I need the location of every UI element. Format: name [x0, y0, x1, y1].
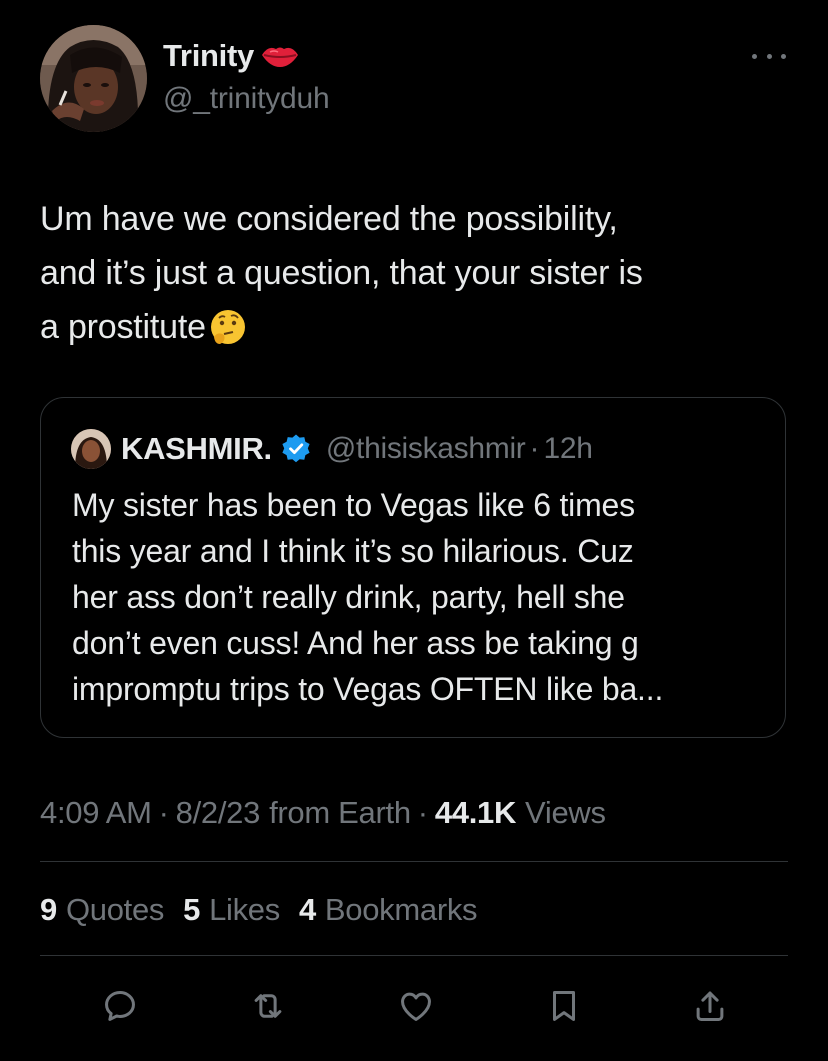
tweet-date[interactable]: 8/2/23 — [176, 795, 261, 831]
views-count[interactable]: 44.1K — [435, 795, 517, 831]
more-dot-icon — [752, 53, 757, 59]
quotes-stat[interactable]: 9 Quotes — [40, 892, 164, 928]
more-options-button[interactable] — [752, 44, 786, 68]
tweet-text-line-last: a prostitute — [40, 300, 785, 354]
quoted-text-line: her ass don’t really drink, party, hell … — [72, 579, 625, 615]
tweet-meta: 4:09 AM · 8/2/23 from Earth · 44.1K View… — [40, 790, 606, 836]
tweet-detail: Trinity @_trinityduh Um have we consider… — [0, 0, 828, 1061]
meta-separator: · — [417, 795, 428, 830]
author-avatar[interactable] — [40, 25, 147, 132]
like-button[interactable] — [394, 984, 438, 1028]
tweet-text-line: and it’s just a question, that your sist… — [40, 254, 643, 292]
tweet-time[interactable]: 4:09 AM — [40, 795, 152, 831]
views-label[interactable]: Views — [525, 795, 606, 831]
divider — [40, 955, 788, 956]
bookmark-icon — [552, 991, 576, 1021]
more-dot-icon — [781, 53, 786, 59]
action-bar — [0, 984, 828, 1028]
author-name-row[interactable]: Trinity — [163, 36, 300, 76]
likes-label: Likes — [209, 892, 280, 927]
bookmarks-stat[interactable]: 4 Bookmarks — [298, 892, 478, 928]
like-icon — [401, 992, 431, 1021]
retweet-button[interactable] — [246, 984, 290, 1028]
divider — [40, 861, 788, 862]
bookmarks-label: Bookmarks — [324, 892, 478, 927]
quoted-timestamp: 12h — [543, 432, 593, 465]
reply-icon — [105, 991, 135, 1021]
quoted-tweet-header: KASHMIR. @thisiskashmir · 12h — [71, 426, 593, 472]
retweet-icon — [254, 994, 282, 1018]
quotes-label: Quotes — [65, 892, 165, 927]
tweet-source: from Earth — [269, 795, 411, 830]
bookmarks-count: 4 — [298, 892, 316, 927]
bookmark-button[interactable] — [542, 984, 586, 1028]
share-button[interactable] — [688, 984, 732, 1028]
tweet-text-line-content: a prostitute — [40, 308, 206, 346]
quoted-tweet-text: My sister has been to Vegas like 6 times… — [72, 482, 762, 712]
quoted-text-line: don’t even cuss! And her ass be taking g — [72, 625, 639, 661]
quotes-count: 9 — [40, 892, 57, 927]
reply-button[interactable] — [98, 984, 142, 1028]
quoted-text-line: this year and I think it’s so hilarious.… — [72, 533, 634, 569]
quoted-author-name: KASHMIR. — [121, 431, 272, 466]
quoted-tweet-card[interactable]: KASHMIR. @thisiskashmir · 12h My sister … — [40, 397, 786, 738]
quoted-author-handle: @thisiskashmir — [325, 432, 526, 465]
tweet-text: Um have we considered the possibility, a… — [40, 192, 785, 354]
share-icon — [696, 991, 724, 1021]
quoted-text-line: impromptu trips to Vegas OFTEN like ba..… — [72, 671, 664, 707]
author-name[interactable]: Trinity — [163, 38, 254, 74]
more-dot-icon — [766, 53, 772, 59]
meta-separator: · — [158, 795, 169, 830]
quoted-text-line: My sister has been to Vegas like 6 times — [72, 487, 635, 523]
likes-stat[interactable]: 5 Likes — [183, 892, 280, 928]
verified-badge-icon — [280, 433, 312, 465]
author-handle[interactable]: @_trinityduh — [163, 82, 330, 116]
thinking-face-icon — [208, 307, 248, 347]
likes-count: 5 — [183, 892, 201, 927]
quoted-separator: · — [529, 432, 540, 465]
kiss-mark-icon — [260, 41, 300, 71]
quoted-author-avatar — [71, 429, 111, 469]
tweet-text-line: Um have we considered the possibility, — [40, 200, 618, 238]
engagement-stats: 9 Quotes 5 Likes 4 Bookmarks — [40, 887, 496, 933]
